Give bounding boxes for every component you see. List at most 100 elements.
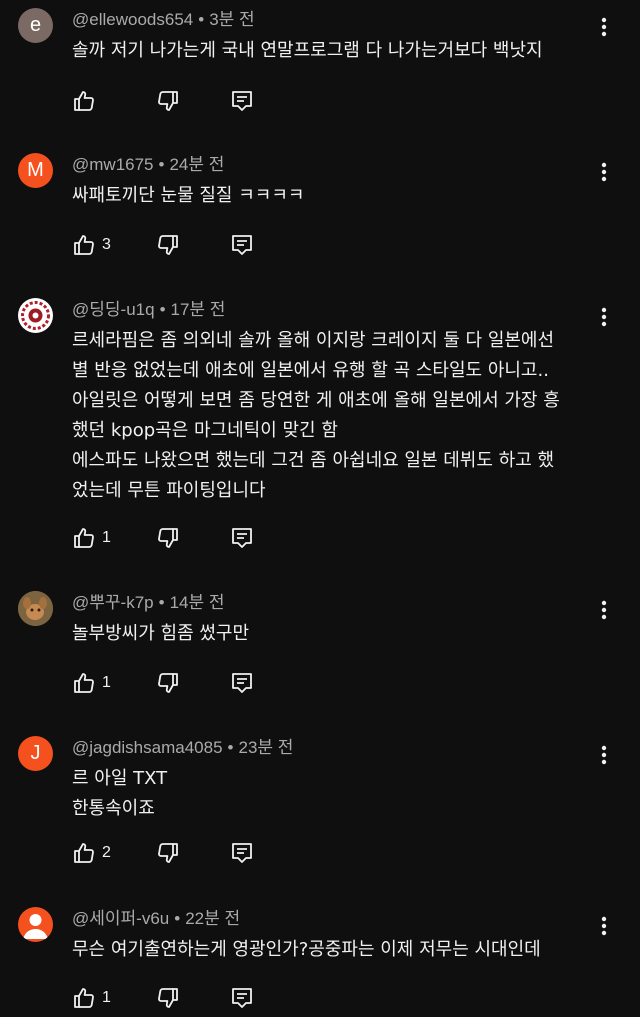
author-handle[interactable]: @ellewoods654 xyxy=(72,10,193,29)
like-count: 1 xyxy=(102,674,111,691)
comment-time[interactable]: 17분 전 xyxy=(171,300,226,319)
thumbs-down-icon xyxy=(158,528,178,548)
comment-text: 르 아일 TXT 한통속이죠 xyxy=(72,764,602,824)
thumbs-up-icon xyxy=(74,673,94,693)
comment-line: 르세라핌은 좀 의외네 솔까 올해 이지랑 크레이지 둘 다 일본에선 xyxy=(72,330,555,351)
like-button[interactable] xyxy=(72,985,96,1011)
more-vertical-icon xyxy=(601,307,607,327)
dislike-button[interactable] xyxy=(156,232,180,258)
reply-button[interactable] xyxy=(230,840,254,866)
comment-line: 싸패토끼단 눈물 질질 ㅋㅋㅋㅋ xyxy=(72,185,305,206)
dislike-button[interactable] xyxy=(156,525,180,551)
meta-separator: • xyxy=(174,909,181,928)
comment-meta: @딩딩-u1q • 17분 전 xyxy=(72,298,225,322)
like-button[interactable] xyxy=(72,88,96,114)
meta-separator: • xyxy=(158,155,165,174)
avatar-image xyxy=(21,301,50,330)
reply-button[interactable] xyxy=(230,232,254,258)
comment-meta: @mw1675 • 24분 전 xyxy=(72,153,224,177)
comment-text: 르세라핌은 좀 의외네 솔까 올해 이지랑 크레이지 둘 다 일본에선 별 반응… xyxy=(72,326,602,506)
comment-line: 별 반응 없었는데 애초에 일본에서 유행 할 곡 스타일도 아니고.. xyxy=(72,360,549,381)
avatar-image xyxy=(18,591,53,626)
thumbs-up-icon xyxy=(74,988,94,1008)
like-button[interactable] xyxy=(72,525,96,551)
avatar[interactable]: e xyxy=(18,8,53,43)
reply-button[interactable] xyxy=(230,985,254,1011)
comment-line: 었는데 무튼 파이팅입니다 xyxy=(72,480,266,501)
comment-actions: 3 xyxy=(72,232,272,258)
reply-button[interactable] xyxy=(230,525,254,551)
more-vertical-icon xyxy=(601,600,607,620)
comment-actions xyxy=(72,88,272,114)
comment-meta: @jagdishsama4085 • 23분 전 xyxy=(72,736,293,760)
meta-separator: • xyxy=(227,738,234,757)
like-button[interactable] xyxy=(72,232,96,258)
more-vertical-icon xyxy=(601,916,607,936)
comment-time[interactable]: 24분 전 xyxy=(169,155,224,174)
like-count: 1 xyxy=(102,529,111,546)
comment-actions: 2 xyxy=(72,840,272,866)
comment-line: 아일릿은 어떻게 보면 좀 당연한 게 애초에 올해 일본에서 가장 흥 xyxy=(72,390,560,411)
reply-comment-icon xyxy=(232,843,252,863)
author-handle[interactable]: @세이퍼-v6u xyxy=(72,909,169,928)
like-count: 3 xyxy=(102,236,111,253)
comment-meta: @세이퍼-v6u • 22분 전 xyxy=(72,907,240,931)
avatar[interactable]: J xyxy=(18,736,53,771)
meta-separator: • xyxy=(159,300,166,319)
meta-separator: • xyxy=(158,593,165,612)
default-avatar-icon xyxy=(23,914,48,939)
avatar-letter: J xyxy=(30,742,41,764)
comment-meta: @뿌꾸-k7p • 14분 전 xyxy=(72,591,224,615)
author-handle[interactable]: @jagdishsama4085 xyxy=(72,738,223,757)
comment-line: 했던 kpop곡은 마그네틱이 맞긴 함 xyxy=(72,420,338,441)
dislike-button[interactable] xyxy=(156,985,180,1011)
avatar[interactable]: M xyxy=(18,153,53,188)
comment-line: 무슨 여기출연하는게 영광인가?공중파는 이제 저무는 시대인데 xyxy=(72,939,541,960)
avatar[interactable] xyxy=(18,591,53,626)
thumbs-down-icon xyxy=(158,988,178,1008)
comment-time[interactable]: 14분 전 xyxy=(170,593,225,612)
comment-line: 에스파도 나왔으면 했는데 그건 좀 아쉽네요 일본 데뷔도 하고 했 xyxy=(72,450,555,471)
more-vertical-icon xyxy=(601,745,607,765)
avatar-letter: M xyxy=(27,159,44,181)
reply-comment-icon xyxy=(232,988,252,1008)
more-vertical-icon xyxy=(601,17,607,37)
comment-actions: 1 xyxy=(72,525,272,551)
author-handle[interactable]: @딩딩-u1q xyxy=(72,300,155,319)
comment-line: 솔까 저기 나가는게 국내 연말프로그램 다 나가는거보다 백낫지 xyxy=(72,40,543,61)
like-button[interactable] xyxy=(72,670,96,696)
avatar[interactable] xyxy=(18,907,53,942)
reply-comment-icon xyxy=(232,91,252,111)
more-vertical-icon xyxy=(601,162,607,182)
like-count: 1 xyxy=(102,989,111,1006)
thumbs-up-icon xyxy=(74,91,94,111)
thumbs-down-icon xyxy=(158,673,178,693)
comment-meta: @ellewoods654 • 3분 전 xyxy=(72,8,255,32)
thumbs-down-icon xyxy=(158,235,178,255)
reply-button[interactable] xyxy=(230,88,254,114)
dislike-button[interactable] xyxy=(156,840,180,866)
dislike-button[interactable] xyxy=(156,88,180,114)
thumbs-down-icon xyxy=(158,91,178,111)
author-handle[interactable]: @mw1675 xyxy=(72,155,154,174)
comment-text: 놀부방씨가 힘좀 썼구만 xyxy=(72,619,602,649)
comment-time[interactable]: 23분 전 xyxy=(238,738,293,757)
comment-time[interactable]: 22분 전 xyxy=(185,909,240,928)
thumbs-up-icon xyxy=(74,528,94,548)
comment-line: 놀부방씨가 힘좀 썼구만 xyxy=(72,623,250,644)
like-count: 2 xyxy=(102,844,111,861)
reply-comment-icon xyxy=(232,673,252,693)
author-handle[interactable]: @뿌꾸-k7p xyxy=(72,593,154,612)
comment-time[interactable]: 3분 전 xyxy=(209,10,254,29)
comment-line: 르 아일 TXT xyxy=(72,768,168,789)
comment-text: 솔까 저기 나가는게 국내 연말프로그램 다 나가는거보다 백낫지 xyxy=(72,36,602,66)
thumbs-up-icon xyxy=(74,235,94,255)
dislike-button[interactable] xyxy=(156,670,180,696)
like-button[interactable] xyxy=(72,840,96,866)
thumbs-down-icon xyxy=(158,843,178,863)
reply-button[interactable] xyxy=(230,670,254,696)
comment-text: 무슨 여기출연하는게 영광인가?공중파는 이제 저무는 시대인데 xyxy=(72,935,602,965)
avatar[interactable] xyxy=(18,298,53,333)
avatar-letter: e xyxy=(29,14,42,36)
comment-line: 한통속이죠 xyxy=(72,798,155,819)
